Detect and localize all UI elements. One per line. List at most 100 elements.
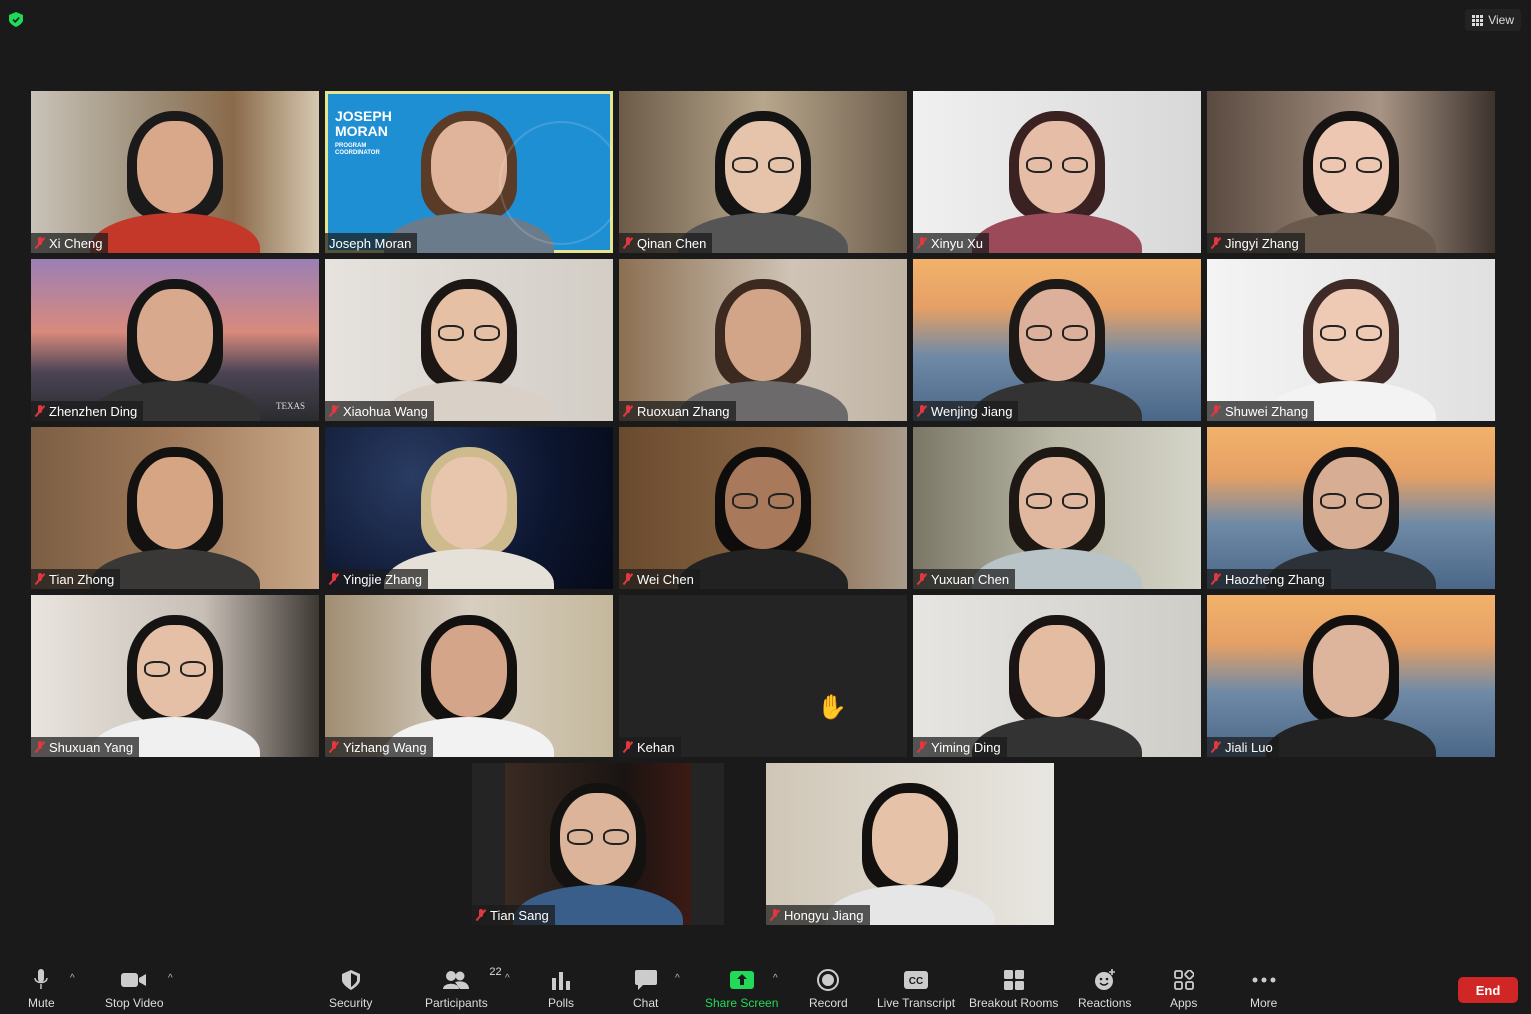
chat-bubble-icon [634,970,657,990]
participant-name-tag: Shuwei Zhang [1207,401,1315,421]
video-tile[interactable]: Shuwei Zhang [1207,259,1495,421]
encryption-shield-icon[interactable] [9,12,23,27]
video-tile[interactable]: Ruoxuan Zhang [619,259,907,421]
participant-name-tag: Tian Sang [472,905,555,925]
participant-name: Ruoxuan Zhang [637,403,730,419]
muted-microphone-icon [770,909,780,921]
participants-button[interactable]: 22 Participants [425,966,502,1012]
participant-name-tag: Joseph Moran [325,233,418,253]
video-tile[interactable]: Xiaohua Wang [325,259,613,421]
participant-name-tag: Jingyi Zhang [1207,233,1305,253]
participant-video-feed [513,775,683,925]
video-tile[interactable]: Jiali Luo [1207,595,1495,757]
live-transcript-button[interactable]: CC Live Transcript [877,968,955,1012]
participant-name-tag: Yingjie Zhang [325,569,429,589]
background-watermark: TEXAS [276,401,305,411]
grid-icon [1472,14,1484,26]
chat-button[interactable]: Chat [633,968,658,1012]
reactions-button[interactable]: Reactions [1078,968,1131,1012]
participant-video-feed [90,103,260,253]
video-tile[interactable]: Shuxuan Yang [31,595,319,757]
view-button[interactable]: View [1465,9,1521,31]
end-meeting-button[interactable]: End [1458,977,1518,1003]
participant-video-feed [972,271,1142,421]
video-tile[interactable]: ✋ Kehan [619,595,907,757]
video-tile[interactable]: Haozheng Zhang [1207,427,1495,589]
participant-video-feed [825,775,995,925]
breakout-rooms-label: Breakout Rooms [969,996,1059,1010]
security-button[interactable]: Security [329,968,372,1012]
video-tile[interactable]: Qinan Chen [619,91,907,253]
polls-label: Polls [548,996,575,1010]
muted-microphone-icon [1211,573,1221,585]
video-tile[interactable]: JOSEPH MORAN PROGRAM COORDINATOR Joseph Mora… [325,91,613,253]
banner-title: PROGRAM COORDINATOR [335,143,380,156]
stop-video-button[interactable]: Stop Video [105,968,164,1012]
svg-text:CC: CC [909,976,923,987]
participant-count-badge: 22 [489,966,502,978]
participant-name: Tian Sang [490,907,549,923]
participant-name: Yuxuan Chen [931,571,1010,587]
participant-name-tag: Shuxuan Yang [31,737,140,757]
participants-options-caret-icon[interactable]: ^ [505,973,510,984]
video-tile[interactable]: Tian Sang [472,763,724,925]
video-tile[interactable]: Jingyi Zhang [1207,91,1495,253]
participant-name-tag: Wenjing Jiang [913,401,1019,421]
share-screen-button[interactable]: Share Screen [705,968,778,1012]
reactions-smiley-icon [1094,969,1115,990]
participant-name: Tian Zhong [49,571,115,587]
mute-button[interactable]: Mute [28,968,55,1012]
microphone-icon [34,969,49,989]
participant-name: Xinyu Xu [931,235,984,251]
more-button[interactable]: More [1250,968,1277,1012]
participant-name-tag: Wei Chen [619,569,700,589]
participant-video-feed [1266,439,1436,589]
participant-name: Kehan [637,739,675,755]
participant-name-tag: Xi Cheng [31,233,109,253]
breakout-rooms-button[interactable]: Breakout Rooms [969,968,1058,1012]
apps-icon [1173,970,1194,990]
more-ellipsis-icon [1252,977,1276,983]
breakout-rooms-grid-icon [1003,970,1024,990]
participant-name: Jiali Luo [1225,739,1273,755]
participant-name-tag: Kehan [619,737,681,757]
audio-options-caret-icon[interactable]: ^ [70,973,75,984]
muted-microphone-icon [35,237,45,249]
muted-microphone-icon [623,405,633,417]
participant-name: Haozheng Zhang [1225,571,1325,587]
muted-microphone-icon [1211,405,1221,417]
record-icon [817,969,840,991]
video-camera-icon [121,973,147,987]
stop-video-label: Stop Video [105,996,164,1010]
polls-button[interactable]: Polls [548,968,574,1012]
apps-button[interactable]: Apps [1170,968,1197,1012]
muted-microphone-icon [917,741,927,753]
video-tile[interactable]: TEXAS Zhenzhen Ding [31,259,319,421]
video-tile[interactable]: Xi Cheng [31,91,319,253]
participant-name: Yizhang Wang [343,739,427,755]
participant-name-tag: Jiali Luo [1207,737,1279,757]
participant-video-feed [678,271,848,421]
video-tile[interactable]: Tian Zhong [31,427,319,589]
participant-video-feed [90,271,260,421]
participant-name: Yingjie Zhang [343,571,423,587]
video-tile[interactable]: Yiming Ding [913,595,1201,757]
participant-name-tag: Yiming Ding [913,737,1007,757]
video-tile[interactable]: Yizhang Wang [325,595,613,757]
video-tile[interactable]: Yingjie Zhang [325,427,613,589]
video-tile[interactable]: Wenjing Jiang [913,259,1201,421]
video-tile[interactable]: Hongyu Jiang [766,763,1054,925]
video-options-caret-icon[interactable]: ^ [168,973,173,984]
video-tile[interactable]: Yuxuan Chen [913,427,1201,589]
participants-icon [443,971,470,989]
chat-options-caret-icon[interactable]: ^ [675,973,680,984]
chat-label: Chat [633,996,659,1010]
participant-video-feed [384,271,554,421]
muted-microphone-icon [1211,741,1221,753]
video-tile[interactable]: Xinyu Xu [913,91,1201,253]
participant-name: Hongyu Jiang [784,907,864,923]
video-tile[interactable]: Wei Chen [619,427,907,589]
record-button[interactable]: Record [809,968,848,1012]
muted-microphone-icon [329,405,339,417]
share-options-caret-icon[interactable]: ^ [773,973,778,984]
